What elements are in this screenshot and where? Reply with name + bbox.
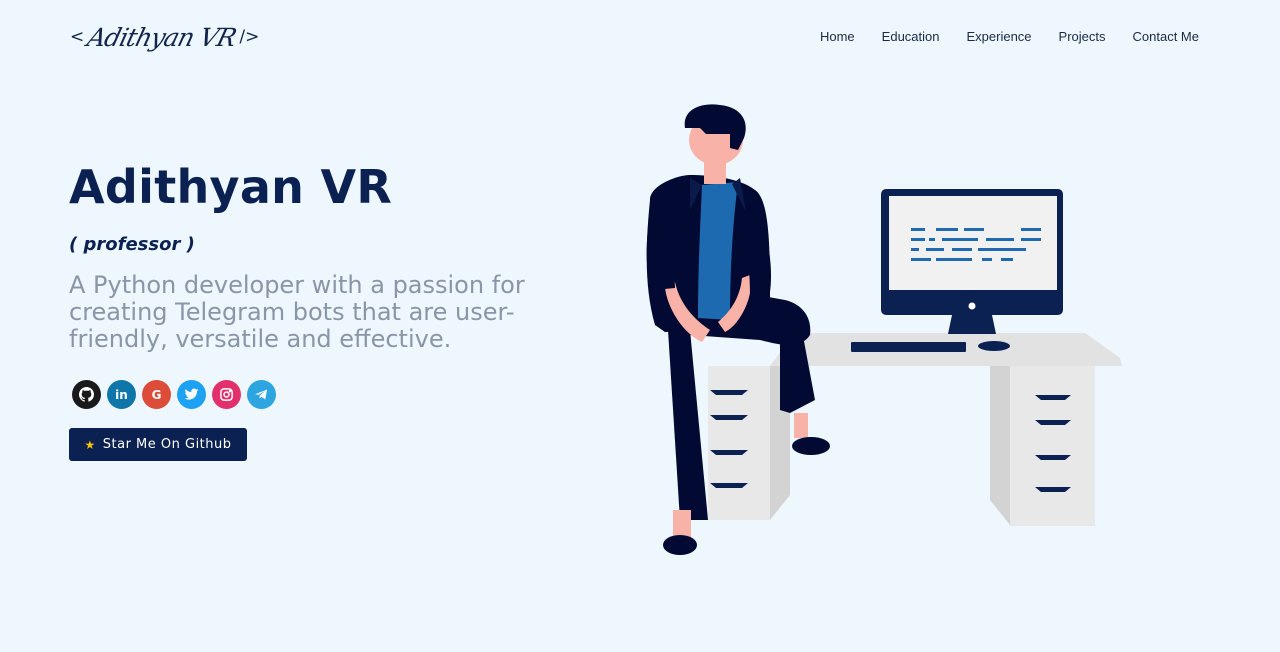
social-links: in G xyxy=(72,380,276,409)
site-logo[interactable]: < Adithyan VR /> xyxy=(70,20,259,54)
mouse xyxy=(978,341,1010,351)
desk-right-drawer xyxy=(1010,366,1095,526)
google-glyph: G xyxy=(151,387,162,402)
hero-nickname: ( professor ) xyxy=(69,234,195,255)
logo-close-bracket: /> xyxy=(239,27,260,47)
telegram-icon[interactable] xyxy=(247,380,276,409)
star-icon: ★ xyxy=(84,437,96,452)
twitter-icon[interactable] xyxy=(177,380,206,409)
keyboard xyxy=(851,342,966,352)
instagram-icon[interactable] xyxy=(212,380,241,409)
hero-description: A Python developer with a passion for cr… xyxy=(69,271,525,353)
nav-experience[interactable]: Experience xyxy=(967,26,1032,48)
hero-name: Adithyan VR xyxy=(69,160,393,214)
logo-open-bracket: < xyxy=(70,27,85,47)
main-nav: Home Education Experience Projects Conta… xyxy=(793,26,1199,48)
nav-education[interactable]: Education xyxy=(882,26,940,48)
nav-projects[interactable]: Projects xyxy=(1059,26,1106,48)
developer-illustration xyxy=(646,104,1122,555)
desk-left-drawer xyxy=(708,366,770,520)
nav-contact-me[interactable]: Contact Me xyxy=(1133,26,1199,48)
linkedin-glyph: in xyxy=(115,387,128,402)
linkedin-icon[interactable]: in xyxy=(107,380,136,409)
nav-home[interactable]: Home xyxy=(820,26,855,48)
star-github-button[interactable]: ★ Star Me On Github xyxy=(69,428,247,461)
logo-signature: Adithyan VR xyxy=(84,22,240,52)
google-icon[interactable]: G xyxy=(142,380,171,409)
github-icon[interactable] xyxy=(72,380,101,409)
star-github-label: Star Me On Github xyxy=(102,437,232,452)
